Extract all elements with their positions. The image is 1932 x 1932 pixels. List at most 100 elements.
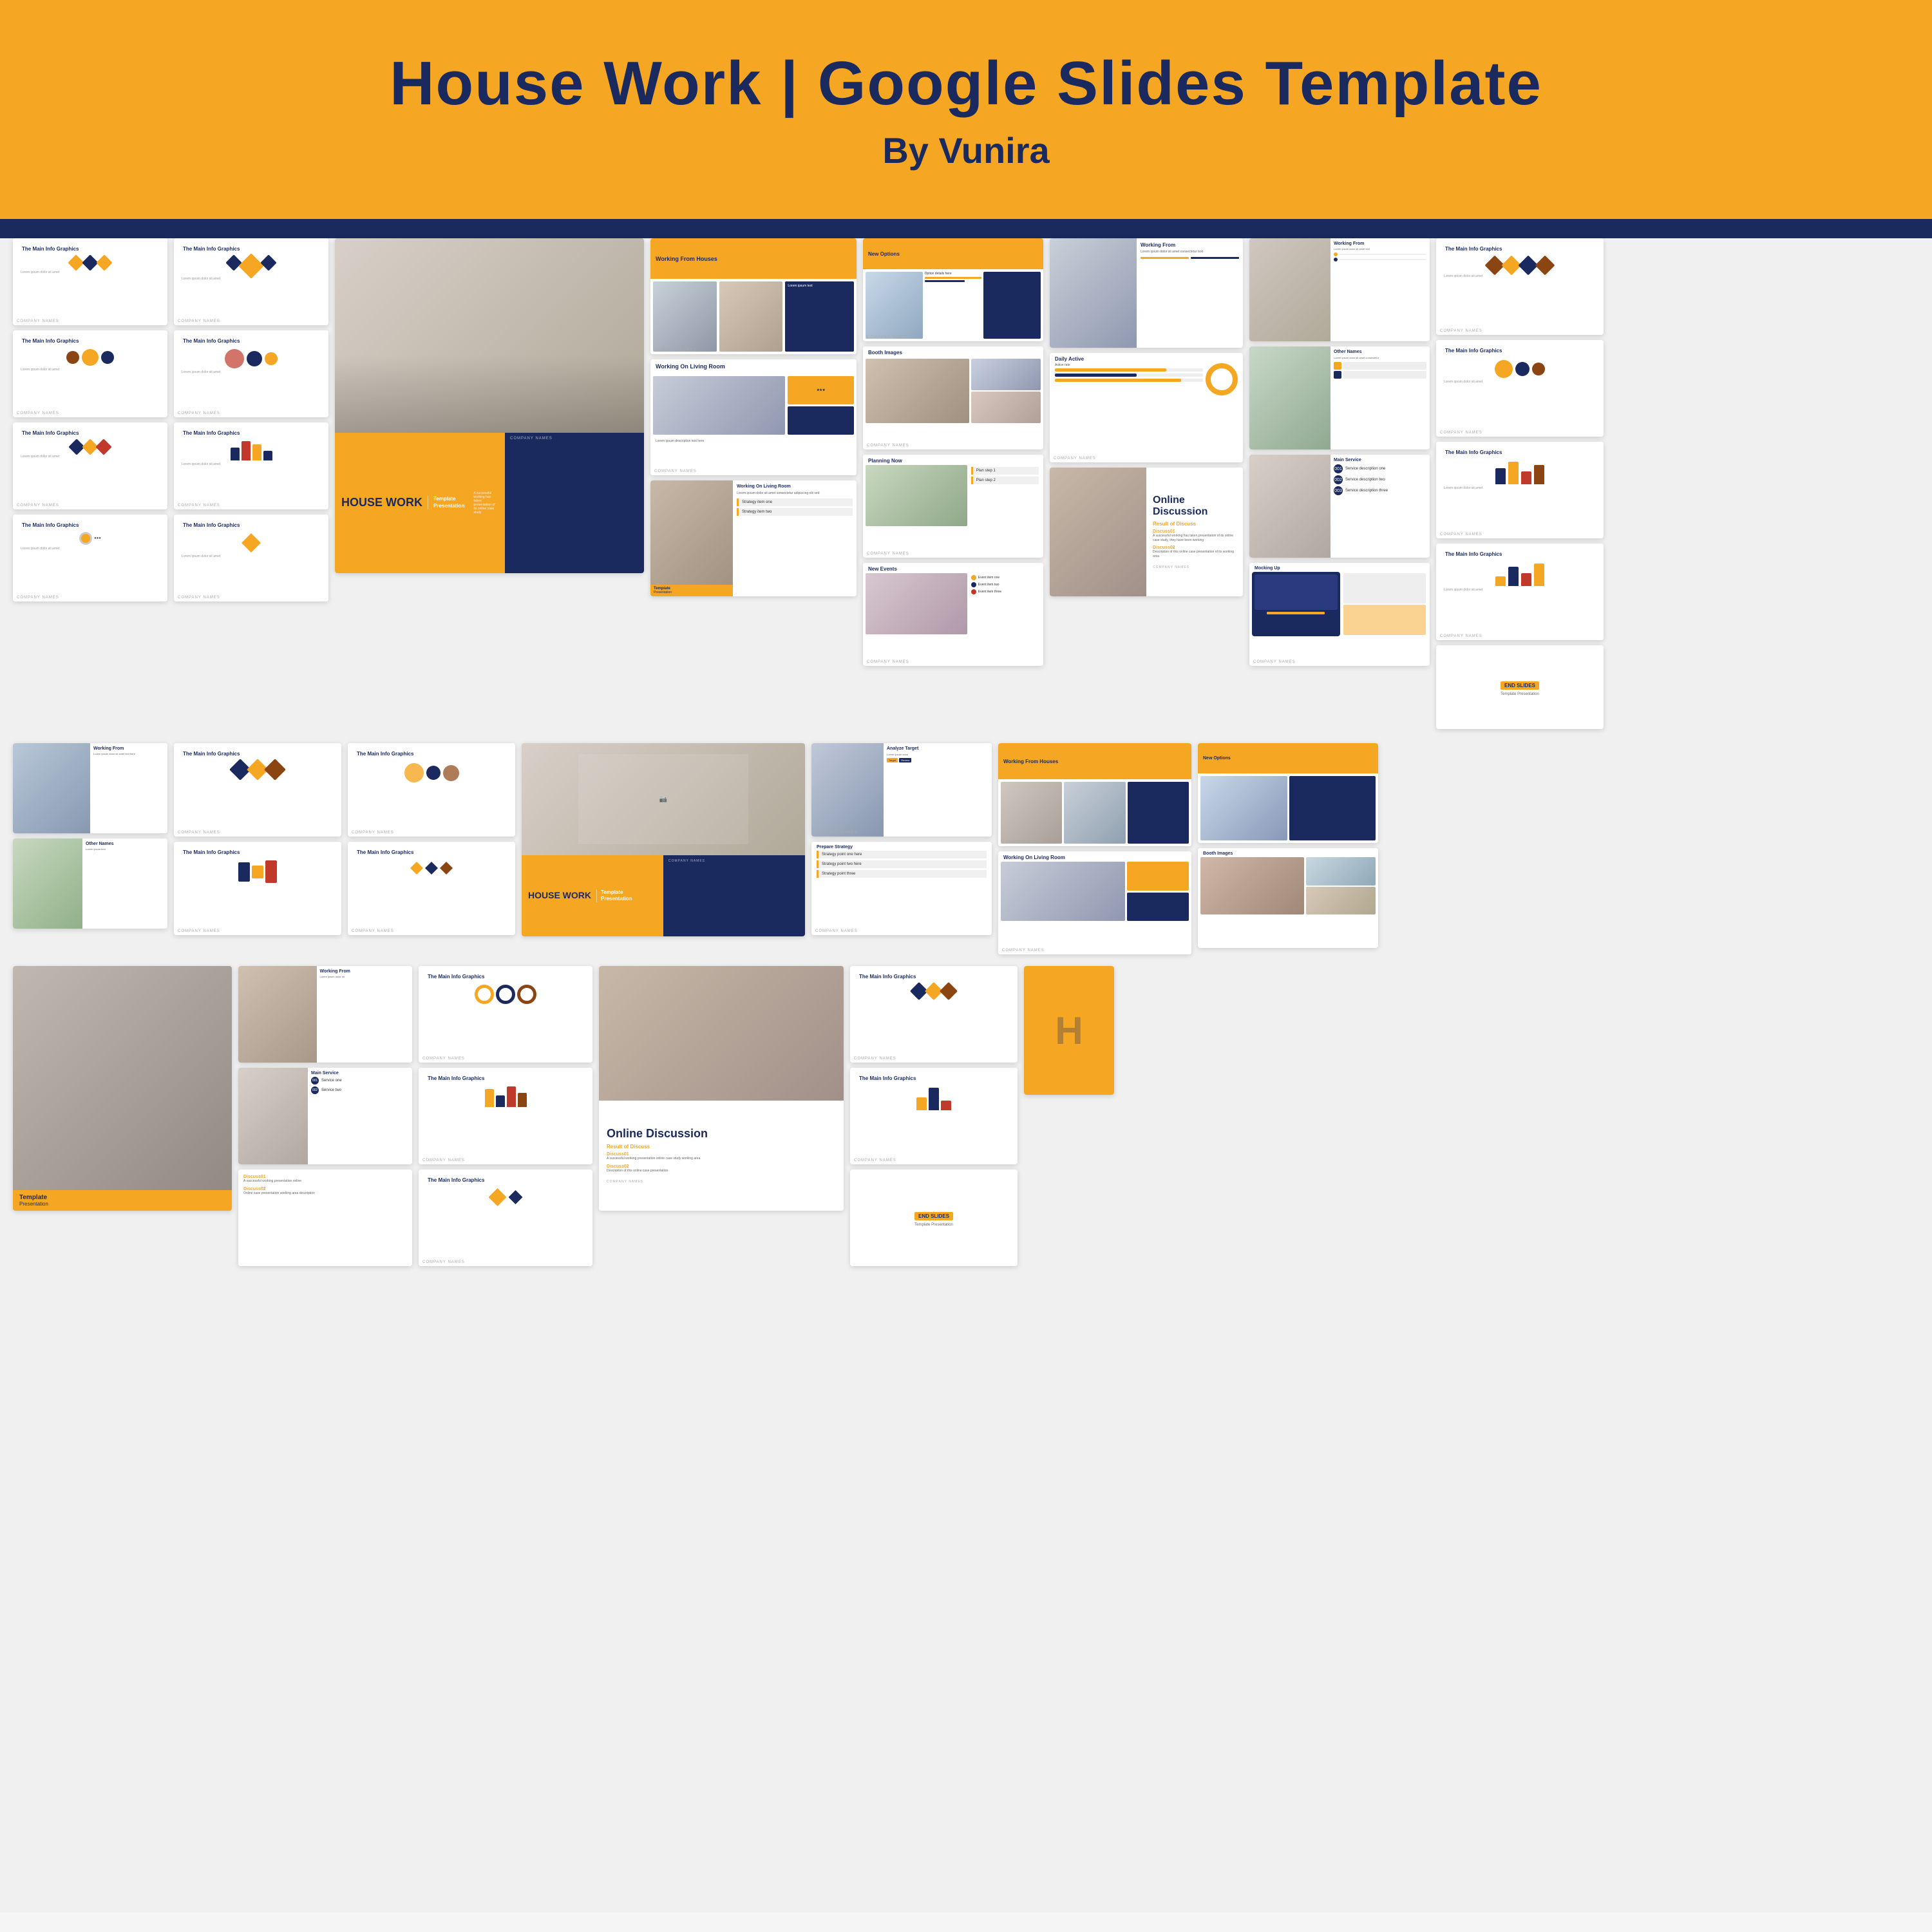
gear-orange [79,532,92,545]
slide-large-photo[interactable]: Template Presentation [13,966,232,1211]
slide-main-service[interactable]: Main Service 001 Service description one… [1249,455,1430,558]
slide-hero-housework-2[interactable]: 📷 HOUSE WORK Template Presentation COMPA… [522,743,805,936]
slide-info-7[interactable]: The Main Info Graphics Lorem ipsum dolor… [174,422,328,509]
photo-mock-2 [719,281,783,352]
options-text: Option details here [925,272,982,276]
slide-working-from-3[interactable]: Working From Lorem ipsum dolor sit amet … [13,743,167,833]
slide-working-from-houses-1[interactable]: Working From Houses Lorem ipsum text COM… [650,238,857,354]
slide-info-r3-2[interactable]: The Main Info Graphics COMPANY NAMES [850,1068,1018,1164]
slide-info-3b-2[interactable]: The Main Info Graphics COMPANY NAMES [419,1068,592,1164]
slides-row-1: The Main Info Graphics Lorem ipsum dolor… [13,238,1919,729]
bottom-col-3: The Main Info Graphics COMPANY NAMES The… [348,743,515,935]
slide-main-service-b[interactable]: Main Service 001 Service one 002 Service… [238,1068,412,1164]
bar-navy-1 [1495,468,1506,484]
slide-main-info-b3[interactable]: The Main Info Graphics COMPANY NAMES [348,743,515,837]
wf-bar-2 [1191,257,1239,259]
slide-mocking-up[interactable]: Mocking Up COMPANY NAMES [1249,563,1430,666]
da-bar-3 [1055,379,1181,382]
wfb1-photo [238,966,317,1063]
slide-main-info-b1[interactable]: The Main Info Graphics COMPANY NAMES [174,743,341,837]
dot-red-1 [971,589,976,594]
da-label: Active rate [1055,363,1203,367]
b4-hex-1 [410,862,423,875]
photo-options-1 [866,272,923,339]
slide-booth-images[interactable]: Booth Images COMPANY NAMES [863,346,1043,450]
bar-navy-2 [1508,567,1519,586]
wol-box-2 [1127,893,1189,922]
slide-info-3[interactable]: The Main Info Graphics Lorem ipsum dolor… [13,422,167,509]
r3-diam-3 [940,982,958,1000]
wfh-bottom-col: Working From Houses COMPANY NAMES Workin… [998,743,1191,954]
bar-orange-1 [1508,462,1519,484]
slide-info-8[interactable]: The Main Info Graphics Lorem ipsum dolor… [174,515,328,601]
event-text-1: Event item one [978,576,999,580]
slide-analyze-target[interactable]: Analyze Target Lorem ipsum dolor Target … [811,743,992,837]
slide-working-from-b1[interactable]: Working From Lorem ipsum dolor sit [238,966,412,1063]
slide-working-from-2[interactable]: Working From Lorem ipsum dolor sit amet … [1249,238,1430,341]
tp-title: Working On Living Room [737,484,853,489]
slide-hero-housework[interactable]: HOUSE WORK Template Presentation A succe… [335,238,644,573]
circle-brown-2 [1532,363,1545,375]
slide-info-5[interactable]: The Main Info Graphics Lorem ipsum dolor… [174,238,328,325]
slide-online-disc-large[interactable]: Online Discussion Result of Discuss Disc… [599,966,844,1211]
slide-main-info-b2[interactable]: The Main Info Graphics COMPANY NAMES [174,842,341,935]
slide-info-3b-3[interactable]: The Main Info Graphics COMPANY NAMES [419,1170,592,1266]
slide-info-6[interactable]: The Main Info Graphics Lorem ipsum dolor… [174,330,328,417]
slide-info-1[interactable]: The Main Info Graphics Lorem ipsum dolor… [13,238,167,325]
od-photo [1050,468,1146,596]
no-photo-1 [1200,776,1287,841]
bottom-col-2: The Main Info Graphics COMPANY NAMES The… [174,743,341,935]
r3-bar-2 [929,1088,939,1110]
slide-template-presentation[interactable]: Template Presentation Working On Living … [650,480,857,596]
slide-daily-active[interactable]: Daily Active Active rate CO [1050,353,1243,462]
slide-info-extra-1[interactable]: The Main Info Graphics Lorem ipsum dolor… [1436,238,1604,335]
slide-prepare-strategy[interactable]: Prepare Strategy Strategy point one here… [811,842,992,935]
slide-online-discussion[interactable]: Online Discussion Result of Discuss Disc… [1050,468,1243,596]
end-r3-label: Template Presentation [914,1223,953,1227]
slide-info-3b-1[interactable]: The Main Info Graphics COMPANY NAMES [419,966,592,1063]
slide-booth-bottom[interactable]: Booth Images [1198,848,1378,948]
slides-row-2: Working From Lorem ipsum dolor sit amet … [13,743,1919,954]
slide-info-extra-4[interactable]: The Main Info Graphics Lorem ipsum dolor… [1436,544,1604,640]
slide-new-options-bottom[interactable]: New Options [1198,743,1378,843]
slide-wfh-bottom[interactable]: Working From Houses COMPANY NAMES [998,743,1191,846]
slide-cropped-h[interactable]: H [1024,966,1114,1095]
slide-info-extra-3[interactable]: The Main Info Graphics Lorem ipsum dolor… [1436,442,1604,538]
da-bar-1 [1055,368,1166,372]
wf-bar-1 [1141,257,1189,259]
slide-wol-bottom[interactable]: Working On Living Room COMPANY NAMES [998,851,1191,954]
slide-end-r3[interactable]: END SLIDES Template Presentation [850,1170,1018,1266]
ring-brown-1 [517,985,536,1004]
slide-working-on-living-room-1[interactable]: Working On Living Room ★★★ Lorem ipsum d… [650,359,857,475]
num-001: 001 [1334,464,1343,473]
slide-info-2[interactable]: The Main Info Graphics Lorem ipsum dolor… [13,330,167,417]
slide-other-names-2[interactable]: Other Names Lorem ipsum text [13,838,167,929]
extra-body-3: Lorem ipsum dolor sit amet [1441,484,1598,492]
slide-other-names[interactable]: Other Names Lorem ipsum dolor sit amet c… [1249,346,1430,450]
b4-hex-2 [425,862,438,875]
slide-info-r3-1[interactable]: The Main Info Graphics COMPANY NAMES [850,966,1018,1063]
slide-working-from-1[interactable]: Working From Lorem ipsum dolor sit amet … [1050,238,1243,348]
wf-photo [1050,238,1137,348]
slide-new-options[interactable]: New Options Option details here COMPANY … [863,238,1043,341]
no-nav-box [1289,776,1376,841]
slide-main-info-b4[interactable]: The Main Info Graphics COMPANY NAMES [348,842,515,935]
slide-info-4[interactable]: The Main Info Graphics ●●● Lorem ipsum d… [13,515,167,601]
stat-box-2 [788,406,854,435]
dot-orange-1 [971,575,976,580]
slide-discuss-b[interactable]: Discuss01 A successful working presentat… [238,1170,412,1266]
da-bar-2 [1055,374,1137,377]
at-photo [811,743,884,837]
extra-body-2: Lorem ipsum dolor sit amet [1441,378,1598,386]
mid-col-3: Working From Lorem ipsum dolor sit Main … [238,966,412,1266]
slide-planning-now[interactable]: Planning Now Plan step 1 Plan step 2 COM… [863,455,1043,558]
service-text-2: Service description two [1345,478,1385,482]
at-badge-2: Review [899,758,911,762]
discuss01-text: A successful working has taken presentat… [1153,534,1236,542]
slide-new-events[interactable]: New Events Event item one Event item two [863,563,1043,666]
slide-info-extra-2[interactable]: The Main Info Graphics Lorem ipsum dolor… [1436,340,1604,437]
gear-text: ●●● [94,536,101,540]
odl-text2: Description of this online case presenta… [607,1169,836,1173]
slide-end[interactable]: END SLIDES Template Presentation [1436,645,1604,729]
photo-living-1 [653,376,785,435]
